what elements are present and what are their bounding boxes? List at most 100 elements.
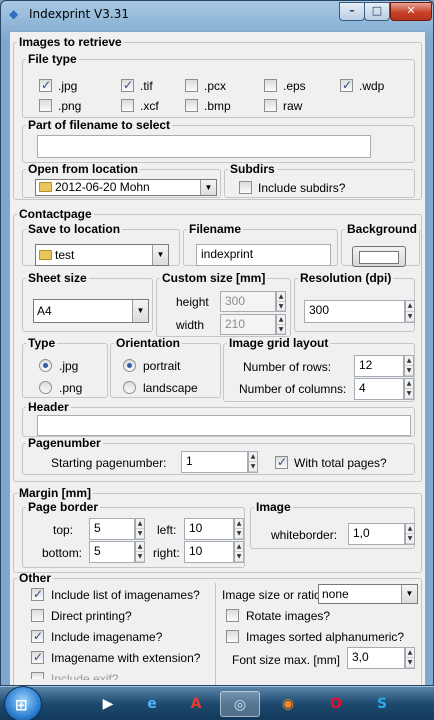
custom-height-label: height <box>176 295 209 309</box>
filetype-checkbox[interactable] <box>264 79 277 92</box>
maximize-button[interactable]: □ <box>364 2 390 21</box>
spin-down-icon[interactable]: ▼ <box>249 462 257 472</box>
filetype-checkbox[interactable] <box>264 99 277 112</box>
pdf-reader-icon[interactable]: A <box>176 691 216 717</box>
left-margin-spinner[interactable]: ▲ ▼ <box>234 518 244 540</box>
right-margin-input[interactable]: 10 <box>184 541 234 563</box>
title-bar[interactable]: ◆ Indexprint V3.31 – □ ✕ <box>1 1 433 27</box>
spin-down-icon[interactable]: ▼ <box>406 534 414 544</box>
chevron-down-icon[interactable]: ▼ <box>152 245 168 265</box>
background-color-button[interactable] <box>352 246 406 267</box>
firefox-icon[interactable]: ◉ <box>268 691 308 717</box>
filename-input[interactable]: indexprint <box>196 244 331 266</box>
chevron-down-icon[interactable]: ▼ <box>200 180 216 195</box>
internet-explorer-icon[interactable]: e <box>132 691 172 717</box>
portrait-radio[interactable] <box>123 359 136 372</box>
sorted-alphanumeric-checkbox[interactable] <box>226 630 239 643</box>
open-location-dropdown[interactable]: 2012-06-20 Mohn ▼ <box>35 179 217 196</box>
whiteborder-spinner[interactable]: ▲ ▼ <box>405 523 415 545</box>
rows-spinner[interactable]: ▲ ▼ <box>404 355 414 377</box>
include-subdirs-label: Include subdirs? <box>258 181 346 195</box>
other-option-checkbox[interactable] <box>31 609 44 622</box>
spin-up-icon[interactable]: ▲ <box>277 292 285 302</box>
bottom-margin-input[interactable]: 5 <box>89 541 135 563</box>
part-filename-input[interactable] <box>37 135 371 158</box>
spin-up-icon[interactable]: ▲ <box>249 452 257 462</box>
media-player-icon[interactable]: ▶ <box>88 691 128 717</box>
spin-up-icon[interactable]: ▲ <box>406 648 414 658</box>
rotate-images-checkbox[interactable] <box>226 609 239 622</box>
other-option-checkbox[interactable] <box>31 587 44 601</box>
spin-up-icon[interactable]: ▲ <box>136 519 144 529</box>
spin-up-icon[interactable]: ▲ <box>136 542 144 552</box>
app-icon[interactable]: ◎ <box>220 691 260 717</box>
spin-up-icon[interactable]: ▲ <box>405 379 413 389</box>
spin-up-icon[interactable]: ▲ <box>235 519 243 529</box>
starting-pagenumber-label: Starting pagenumber: <box>51 456 167 470</box>
bottom-margin-spinner[interactable]: ▲ ▼ <box>135 541 145 563</box>
close-button[interactable]: ✕ <box>390 2 432 21</box>
rows-input[interactable]: 12 <box>354 355 404 377</box>
image-size-ratio-dropdown[interactable]: none ▼ <box>318 584 418 604</box>
filetype-checkbox[interactable] <box>121 99 134 112</box>
whiteborder-input[interactable]: 1,0 <box>348 523 405 545</box>
spin-down-icon[interactable]: ▼ <box>406 658 414 668</box>
right-margin-spinner[interactable]: ▲ ▼ <box>234 541 244 563</box>
start-button[interactable]: ⊞ <box>4 686 42 720</box>
filetype-checkbox[interactable] <box>121 78 134 92</box>
spin-up-icon[interactable]: ▲ <box>405 356 413 366</box>
save-location-dropdown[interactable]: test ▼ <box>35 244 169 266</box>
columns-spinner[interactable]: ▲ ▼ <box>404 378 414 400</box>
starting-pagenumber-spinner[interactable]: ▲ ▼ <box>248 451 258 473</box>
top-margin-input[interactable]: 5 <box>89 518 135 540</box>
sheet-size-dropdown[interactable]: A4 ▼ <box>33 299 149 323</box>
spin-up-icon[interactable]: ▲ <box>406 301 414 312</box>
type-jpg-radio[interactable] <box>39 359 52 372</box>
custom-height-input[interactable]: 300 <box>220 291 276 312</box>
filetype-checkbox[interactable] <box>39 99 52 112</box>
spin-down-icon[interactable]: ▼ <box>405 389 413 399</box>
filetype-checkbox[interactable] <box>185 79 198 92</box>
other-option-checkbox[interactable] <box>31 650 44 664</box>
chevron-down-icon[interactable]: ▼ <box>132 300 148 322</box>
other-option-checkbox[interactable] <box>31 629 44 643</box>
custom-height-spinner[interactable]: ▲ ▼ <box>276 291 286 312</box>
image-grid-legend: Image grid layout <box>229 336 329 350</box>
spin-down-icon[interactable]: ▼ <box>136 552 144 562</box>
landscape-radio[interactable] <box>123 381 136 394</box>
resolution-input[interactable]: 300 <box>304 300 405 323</box>
columns-input[interactable]: 4 <box>354 378 404 400</box>
total-pages-checkbox[interactable] <box>275 455 288 469</box>
spin-down-icon[interactable]: ▼ <box>235 552 243 562</box>
filetype-checkbox[interactable] <box>340 78 353 92</box>
spin-down-icon[interactable]: ▼ <box>406 312 414 322</box>
include-subdirs-checkbox[interactable] <box>239 181 252 194</box>
spin-up-icon[interactable]: ▲ <box>277 315 285 325</box>
filetype-checkbox[interactable] <box>185 99 198 112</box>
filetype-checkbox[interactable] <box>39 78 52 92</box>
spin-down-icon[interactable]: ▼ <box>136 529 144 539</box>
left-margin-input[interactable]: 10 <box>184 518 234 540</box>
other-option-checkbox[interactable] <box>31 672 44 679</box>
custom-width-input[interactable]: 210 <box>220 314 276 335</box>
header-input[interactable] <box>37 415 411 436</box>
spin-down-icon[interactable]: ▼ <box>277 302 285 311</box>
font-size-spinner[interactable]: ▲ ▼ <box>405 647 415 669</box>
type-png-radio[interactable] <box>39 381 52 394</box>
spin-up-icon[interactable]: ▲ <box>406 524 414 534</box>
minimize-button[interactable]: – <box>339 2 365 21</box>
spin-down-icon[interactable]: ▼ <box>277 325 285 334</box>
starting-pagenumber-input[interactable]: 1 <box>181 451 248 473</box>
font-size-input[interactable]: 3,0 <box>347 647 405 669</box>
custom-width-spinner[interactable]: ▲ ▼ <box>276 314 286 335</box>
resolution-spinner[interactable]: ▲ ▼ <box>405 300 415 323</box>
subdirs-legend: Subdirs <box>230 162 275 176</box>
spin-down-icon[interactable]: ▼ <box>235 529 243 539</box>
skype-icon[interactable]: S <box>362 691 402 717</box>
file-type-legend: File type <box>28 52 77 66</box>
top-margin-spinner[interactable]: ▲ ▼ <box>135 518 145 540</box>
chevron-down-icon[interactable]: ▼ <box>401 585 417 603</box>
opera-icon[interactable]: O <box>316 691 356 717</box>
spin-up-icon[interactable]: ▲ <box>235 542 243 552</box>
spin-down-icon[interactable]: ▼ <box>405 366 413 376</box>
